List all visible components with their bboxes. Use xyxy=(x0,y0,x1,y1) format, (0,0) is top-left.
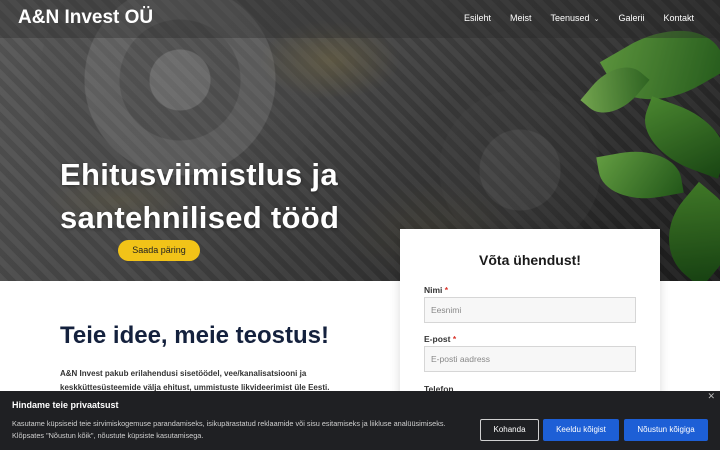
nav-item-label: Teenused xyxy=(550,13,590,23)
nav-item-meist[interactable]: Meist xyxy=(510,13,532,23)
nav-item-kontakt[interactable]: Kontakt xyxy=(663,13,694,23)
site-logo[interactable]: A&N Invest OÜ xyxy=(18,7,153,29)
label-text: E-post xyxy=(424,334,451,344)
top-navigation: A&N Invest OÜ Esileht Meist Teenused ⌄ Ga… xyxy=(0,0,720,38)
accept-all-button[interactable]: Nõustun kõigiga xyxy=(624,419,708,441)
send-request-button[interactable]: Saada päring xyxy=(118,240,200,261)
chevron-down-icon: ⌄ xyxy=(593,16,600,23)
name-field[interactable]: Eesnimi xyxy=(424,297,636,323)
hero-title: Ehitusviimistlus ja santehnilised tööd xyxy=(60,153,339,239)
nav-item-esileht[interactable]: Esileht xyxy=(464,13,491,23)
section-title: Teie idee, meie teostus! xyxy=(60,322,329,349)
name-label: Nimi * xyxy=(424,285,448,295)
nav-item-galerii[interactable]: Galerii xyxy=(618,13,644,23)
cookie-text: Kasutame küpsiseid teie sirvimiskogemuse… xyxy=(12,419,446,440)
main-menu: Esileht Meist Teenused ⌄ Galerii Kontakt xyxy=(464,13,694,23)
email-label: E-post * xyxy=(424,334,456,344)
hero-title-line: Ehitusviimistlus ja xyxy=(60,157,338,192)
required-mark: * xyxy=(444,285,449,295)
email-field[interactable]: E-posti aadress xyxy=(424,346,636,372)
cookie-banner: ✕ Hindame teie privaatsust Kasutame küps… xyxy=(0,391,720,450)
customize-button[interactable]: Kohanda xyxy=(480,419,539,441)
required-mark: * xyxy=(452,334,457,344)
hero-title-line: santehnilised tööd xyxy=(60,200,340,235)
reject-all-button[interactable]: Keeldu kõigist xyxy=(543,419,619,441)
contact-form-title: Võta ühendust! xyxy=(479,252,581,268)
nav-item-teenused[interactable]: Teenused ⌄ xyxy=(551,13,600,23)
label-text: Nimi xyxy=(424,285,443,295)
cookie-title: Hindame teie privaatsust xyxy=(12,400,119,410)
close-icon[interactable]: ✕ xyxy=(707,391,715,402)
